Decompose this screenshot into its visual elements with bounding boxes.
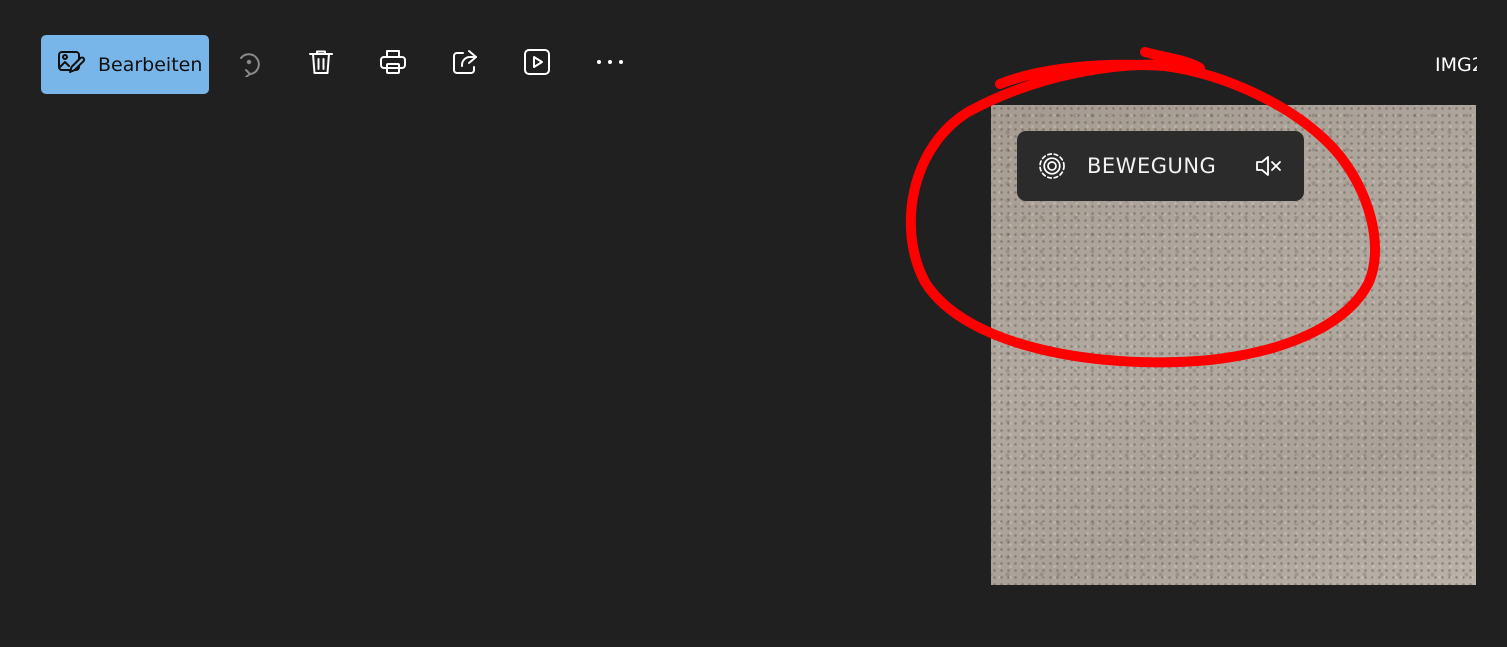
more-icon xyxy=(595,47,625,81)
trash-icon xyxy=(306,47,336,81)
motion-panel: BEWEGUNG xyxy=(1017,131,1304,201)
edit-image-icon xyxy=(56,47,86,82)
speaker-muted-icon[interactable] xyxy=(1253,151,1283,181)
live-photo-icon[interactable] xyxy=(1037,151,1067,181)
edit-button-label: Bearbeiten xyxy=(98,53,203,76)
delete-button[interactable] xyxy=(301,44,341,84)
print-icon xyxy=(378,47,408,81)
photo-viewer-window: Bearbeiten IMG BEWEGUNG xyxy=(0,0,1507,647)
more-button[interactable] xyxy=(590,44,630,84)
edit-button[interactable]: Bearbeiten xyxy=(41,35,209,94)
share-icon xyxy=(450,47,480,81)
rotate-icon xyxy=(234,47,264,81)
motion-label[interactable]: BEWEGUNG xyxy=(1087,154,1216,178)
slideshow-icon xyxy=(522,47,552,81)
slideshow-button[interactable] xyxy=(517,44,557,84)
share-button[interactable] xyxy=(445,44,485,84)
print-button[interactable] xyxy=(373,44,413,84)
file-name: IMG2 xyxy=(1435,54,1477,76)
rotate-button[interactable] xyxy=(229,44,269,84)
